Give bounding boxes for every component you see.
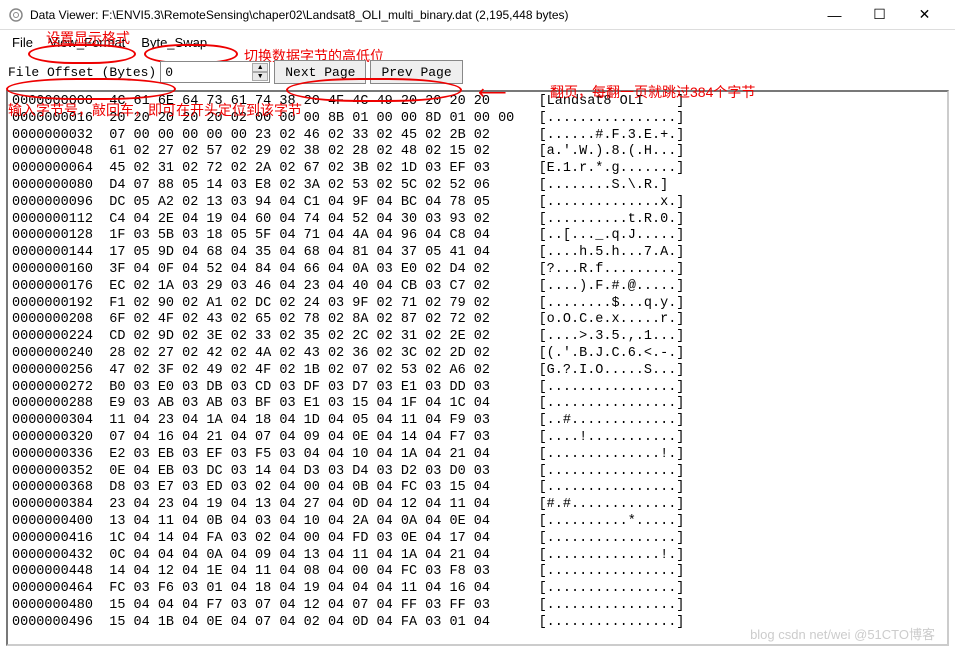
maximize-button[interactable]: ☐ bbox=[857, 0, 902, 30]
window-title: Data Viewer: F:\ENVI5.3\RemoteSensing\ch… bbox=[30, 8, 812, 22]
menu-file[interactable]: File bbox=[6, 33, 39, 52]
menubar: File View_Format Byte_Swap bbox=[0, 30, 955, 54]
annotation-paging: 翻页，每翻一页就跳过384个字节 bbox=[550, 82, 755, 102]
offset-input[interactable] bbox=[165, 65, 245, 80]
menu-byte-swap[interactable]: Byte_Swap bbox=[135, 33, 213, 52]
spin-down-icon[interactable]: ▼ bbox=[252, 72, 268, 81]
annotation-input-offset: 输入字节号，敲回车，即可在开头定位到该字节 bbox=[8, 100, 302, 120]
next-page-button[interactable]: Next Page bbox=[274, 60, 366, 84]
spin-up-icon[interactable]: ▲ bbox=[252, 63, 268, 72]
minimize-button[interactable]: — bbox=[812, 0, 857, 30]
app-icon bbox=[8, 7, 24, 23]
watermark: blog csdn net/wei @51CTO博客 bbox=[750, 624, 935, 643]
offset-spinner[interactable]: ▲ ▼ bbox=[160, 61, 270, 83]
prev-page-button[interactable]: Prev Page bbox=[370, 60, 462, 84]
hex-view[interactable]: 0000000000 4C 61 6E 64 73 61 74 38 20 4F… bbox=[6, 90, 949, 646]
close-button[interactable]: ✕ bbox=[902, 0, 947, 30]
titlebar: Data Viewer: F:\ENVI5.3\RemoteSensing\ch… bbox=[0, 0, 955, 30]
annotation-arrow-icon: ⟵ bbox=[478, 80, 507, 105]
annotation-set-display-format: 设置显示格式 bbox=[46, 28, 130, 48]
offset-label: File Offset (Bytes) bbox=[8, 65, 156, 80]
